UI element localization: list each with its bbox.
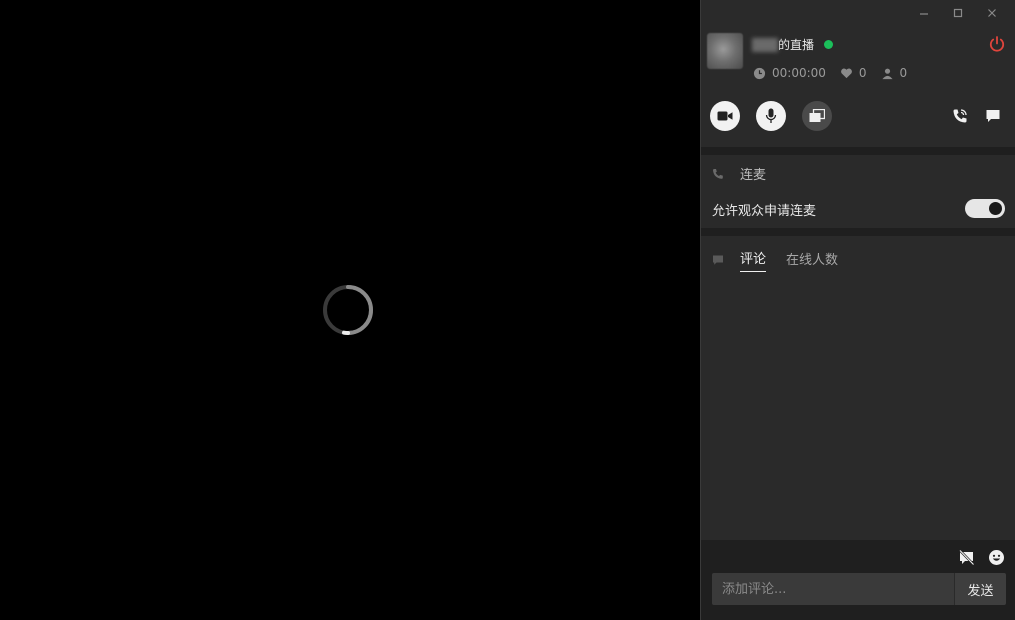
send-button[interactable]: 发送 <box>954 573 1006 605</box>
loading-spinner-icon <box>323 285 373 335</box>
mute-comments-button[interactable] <box>957 548 975 566</box>
mic-section-header: 连麦 <box>712 164 766 183</box>
comment-input[interactable] <box>712 573 954 605</box>
comment-icon <box>713 255 723 265</box>
minimize-button[interactable] <box>907 4 941 22</box>
composer-tools <box>957 548 1005 566</box>
chat-button[interactable] <box>984 107 1002 125</box>
live-status-dot <box>824 40 834 49</box>
stream-stats: 00:00:00 0 0 <box>753 66 921 80</box>
chat-bubble-icon <box>986 110 1000 122</box>
microphone-toggle-button[interactable] <box>756 101 786 131</box>
video-camera-icon <box>717 111 733 121</box>
screen-share-icon <box>809 109 825 122</box>
window-controls <box>907 4 1009 22</box>
host-name-redacted <box>752 37 778 52</box>
divider <box>701 147 1015 155</box>
toggle-knob <box>989 202 1002 215</box>
comment-list[interactable] <box>701 276 1015 540</box>
heart-icon <box>841 68 852 78</box>
tab-comments[interactable]: 评论 <box>740 248 767 272</box>
comment-off-icon <box>958 549 974 565</box>
camera-toggle-button[interactable] <box>710 101 740 131</box>
call-button[interactable] <box>951 107 969 125</box>
mic-section-title: 连麦 <box>740 168 767 183</box>
duration-stat: 00:00:00 <box>753 66 826 80</box>
screen-share-button[interactable] <box>802 101 832 131</box>
close-button[interactable] <box>975 4 1009 22</box>
live-panel: 的直播 00:00:00 0 0 连麦 允许观众申请连麦 评论 在线人数 添加评… <box>700 0 1015 620</box>
power-icon[interactable] <box>988 35 1006 53</box>
allow-mic-label: 允许观众申请连麦 <box>712 204 817 219</box>
maximize-button[interactable] <box>941 4 975 22</box>
phone-icon <box>713 168 723 179</box>
close-icon <box>988 9 996 17</box>
tab-online-count[interactable]: 在线人数 <box>786 249 838 272</box>
viewers-value: 0 <box>899 66 908 80</box>
likes-stat: 0 <box>840 66 867 80</box>
comment-tabs: 评论 在线人数 <box>712 248 858 272</box>
maximize-icon <box>953 8 963 18</box>
microphone-icon <box>765 108 777 123</box>
phone-call-icon <box>953 109 967 123</box>
stream-controls <box>710 101 1010 133</box>
emoji-button[interactable] <box>987 548 1005 566</box>
divider <box>701 228 1015 236</box>
clock-icon <box>753 67 766 79</box>
comment-composer: 发送 <box>712 573 1006 605</box>
video-stage <box>0 0 700 620</box>
duration-value: 00:00:00 <box>772 66 826 80</box>
avatar[interactable] <box>707 33 743 69</box>
user-icon <box>881 68 893 79</box>
viewers-stat: 0 <box>881 66 908 80</box>
minimize-icon <box>920 13 928 15</box>
emoji-icon <box>988 549 1004 565</box>
allow-mic-toggle[interactable] <box>965 199 1005 218</box>
stream-title-text: 的直播 <box>778 38 815 52</box>
likes-value: 0 <box>858 66 867 80</box>
stream-title: 的直播 <box>752 36 834 53</box>
